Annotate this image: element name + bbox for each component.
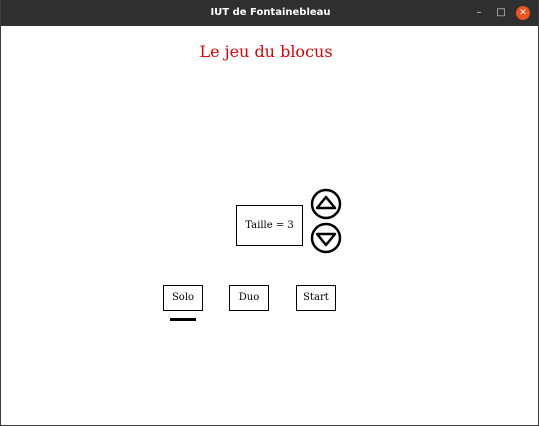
window-titlebar[interactable]: IUT de Fontainebleau – □ ✕ bbox=[1, 0, 538, 26]
game-canvas: Le jeu du blocus Taille = 3 Solo Duo Sta… bbox=[1, 26, 538, 425]
size-decrease-icon[interactable] bbox=[310, 222, 342, 254]
maximize-button[interactable]: □ bbox=[494, 6, 508, 20]
size-increase-icon[interactable] bbox=[310, 188, 342, 220]
minimize-button[interactable]: – bbox=[472, 6, 486, 20]
board-size-display: Taille = 3 bbox=[236, 205, 303, 246]
game-title: Le jeu du blocus bbox=[199, 42, 333, 61]
duo-button[interactable]: Duo bbox=[229, 285, 269, 311]
start-button[interactable]: Start bbox=[296, 285, 336, 311]
close-button[interactable]: ✕ bbox=[516, 6, 530, 20]
app-window: IUT de Fontainebleau – □ ✕ Le jeu du blo… bbox=[0, 0, 539, 426]
solo-button[interactable]: Solo bbox=[163, 285, 203, 311]
window-title: IUT de Fontainebleau bbox=[210, 7, 331, 18]
selected-mode-indicator bbox=[170, 318, 196, 321]
